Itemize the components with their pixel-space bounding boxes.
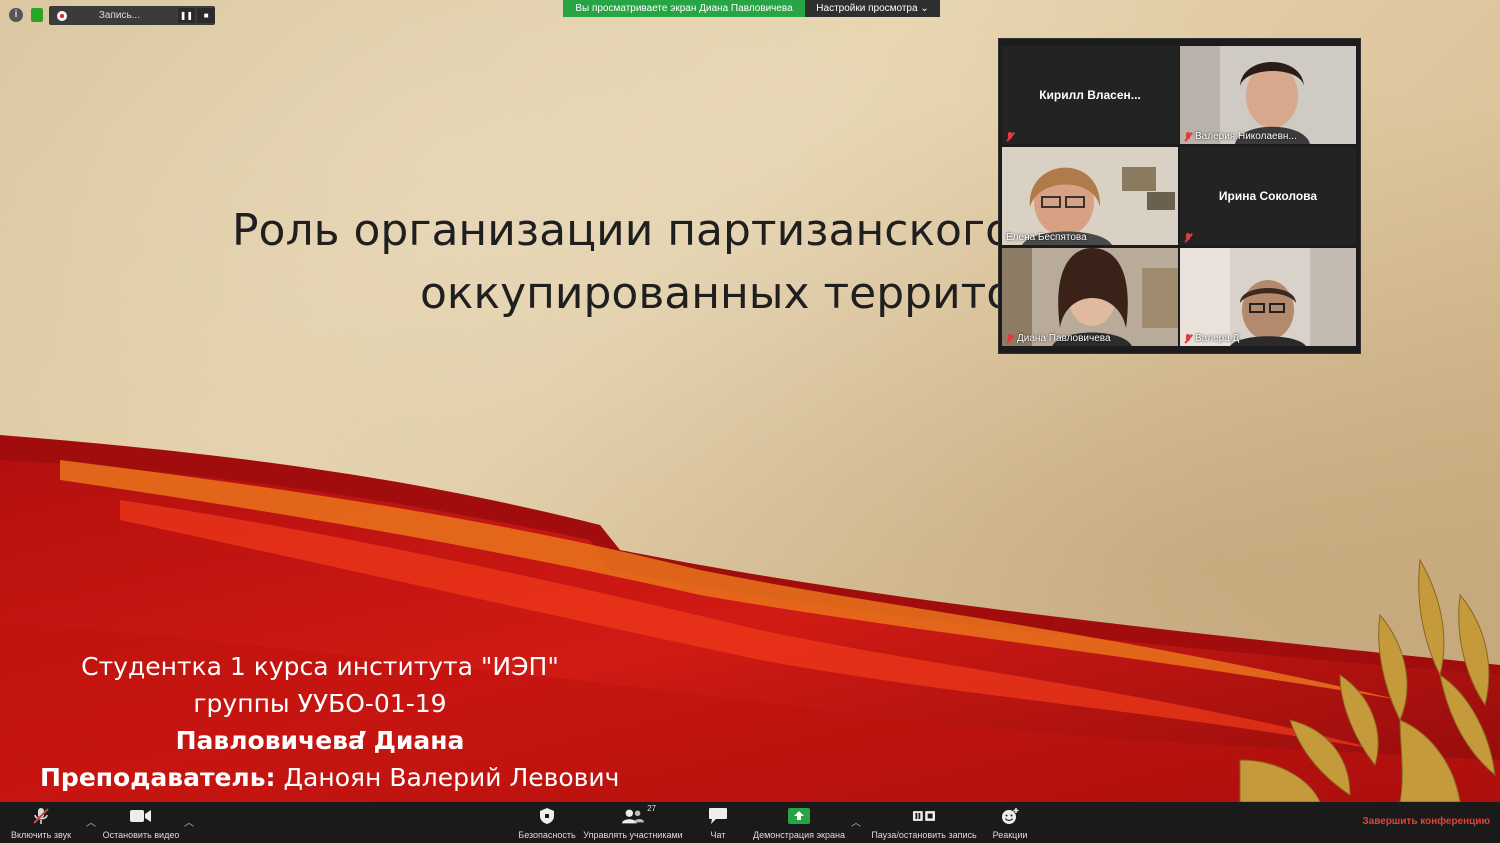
recording-label: Запись... <box>98 10 140 21</box>
share-options-chevron-icon[interactable]: ︿ <box>851 814 861 829</box>
participant-tile[interactable]: Валерия Николаевн... <box>1180 46 1356 144</box>
mic-muted-icon <box>1184 333 1192 344</box>
reactions-label: Реакции <box>992 830 1028 840</box>
security-button[interactable]: Безопасность <box>518 802 576 843</box>
stop-video-button[interactable]: Остановить видео <box>102 802 180 843</box>
lock-icon[interactable] <box>31 8 43 22</box>
stop-recording-button[interactable]: ■ <box>197 8 215 23</box>
video-camera-icon <box>130 807 152 825</box>
participant-tile[interactable]: Валера Д <box>1180 248 1356 346</box>
share-screen-button[interactable]: Демонстрация экрана <box>750 802 848 843</box>
participant-label: Диана Павловичева <box>1017 333 1111 344</box>
chat-button[interactable]: Чат <box>700 802 736 843</box>
teacher-label: Преподаватель: <box>40 763 276 792</box>
mic-muted-icon <box>30 807 52 825</box>
teacher-line: Преподаватель: Даноян Валерий Левович <box>0 759 640 796</box>
pause-stop-recording-button[interactable]: Пауза/остановить запись <box>870 802 978 843</box>
share-screen-icon <box>788 807 810 825</box>
participants-count: 27 <box>647 804 656 813</box>
slide-credits: Студентка 1 курса института "ИЭП" группы… <box>0 648 640 796</box>
reactions-button[interactable]: Реакции <box>990 802 1030 843</box>
info-icon[interactable]: i <box>9 8 23 22</box>
emoji-icon <box>999 807 1021 825</box>
participant-label: Валерия Николаевн... <box>1195 131 1297 142</box>
pause-stop-icon <box>913 807 935 825</box>
slide-title-line2: оккупированных террито <box>420 268 1014 319</box>
credit-line1: Студентка 1 курса института "ИЭП" <box>81 652 559 681</box>
chat-icon <box>707 807 729 825</box>
unmute-label: Включить звук <box>10 830 72 840</box>
participants-button[interactable]: 27 Управлять участниками <box>582 802 684 843</box>
audio-options-chevron-icon[interactable]: ︿ <box>86 814 96 829</box>
participants-label: Управлять участниками <box>583 830 683 840</box>
participant-tile[interactable]: Ирина Соколова <box>1180 147 1356 245</box>
stop-video-label: Остановить видео <box>102 830 180 840</box>
share-screen-label: Демонстрация экрана <box>753 830 845 840</box>
participant-name: Кирилл Власен... <box>1039 88 1141 102</box>
laurel-decoration <box>1239 558 1496 802</box>
participants-icon: 27 <box>622 804 656 825</box>
mic-muted-icon <box>1184 131 1192 142</box>
pause-stop-label: Пауза/остановить запись <box>871 830 977 840</box>
participant-tile[interactable]: Кирилл Власен... <box>1002 46 1178 144</box>
slide-title-line1: Роль организации партизанского <box>232 205 1013 256</box>
participant-video <box>1002 147 1178 245</box>
credit-line2: группы УУБО-01-19 <box>193 689 447 718</box>
shield-icon <box>536 807 558 825</box>
unmute-button[interactable]: Включить звук <box>6 802 76 843</box>
recording-bar: Запись... ❚❚ ■ <box>49 6 215 25</box>
participant-video <box>1180 46 1356 144</box>
participant-video <box>1002 248 1178 346</box>
video-options-chevron-icon[interactable]: ︿ <box>184 814 194 829</box>
participant-gallery: Кирилл Власен... Валерия Николаевн... Ел… <box>998 38 1361 354</box>
pause-recording-button[interactable]: ❚❚ <box>177 8 196 23</box>
meeting-toolbar: Включить звук ︿ Остановить видео ︿ Безоп… <box>0 802 1500 843</box>
end-meeting-button[interactable]: Завершить конференцию <box>1362 816 1490 827</box>
participant-tile[interactable]: Диана Павловичева <box>1002 248 1178 346</box>
teacher-name: Даноян Валерий Левович <box>275 763 620 792</box>
participant-label: Валера Д <box>1195 333 1240 344</box>
mic-muted-icon <box>1006 333 1014 344</box>
chat-label: Чат <box>710 830 726 840</box>
mouse-cursor <box>360 731 372 745</box>
security-label: Безопасность <box>518 830 576 840</box>
viewing-share-banner: Вы просматриваете экран Диана Павловичев… <box>563 0 805 17</box>
credit-line3: Павловичева Диана <box>175 726 465 755</box>
view-options-button[interactable]: Настройки просмотра ⌄ <box>805 0 940 17</box>
participant-video <box>1180 248 1356 346</box>
participant-label: Елена Беспятова <box>1006 232 1087 243</box>
record-dot-icon <box>57 10 67 21</box>
participant-tile[interactable]: Елена Беспятова <box>1002 147 1178 245</box>
mic-muted-icon <box>1006 132 1014 142</box>
mic-muted-icon <box>1184 233 1192 243</box>
participant-name: Ирина Соколова <box>1218 189 1318 203</box>
